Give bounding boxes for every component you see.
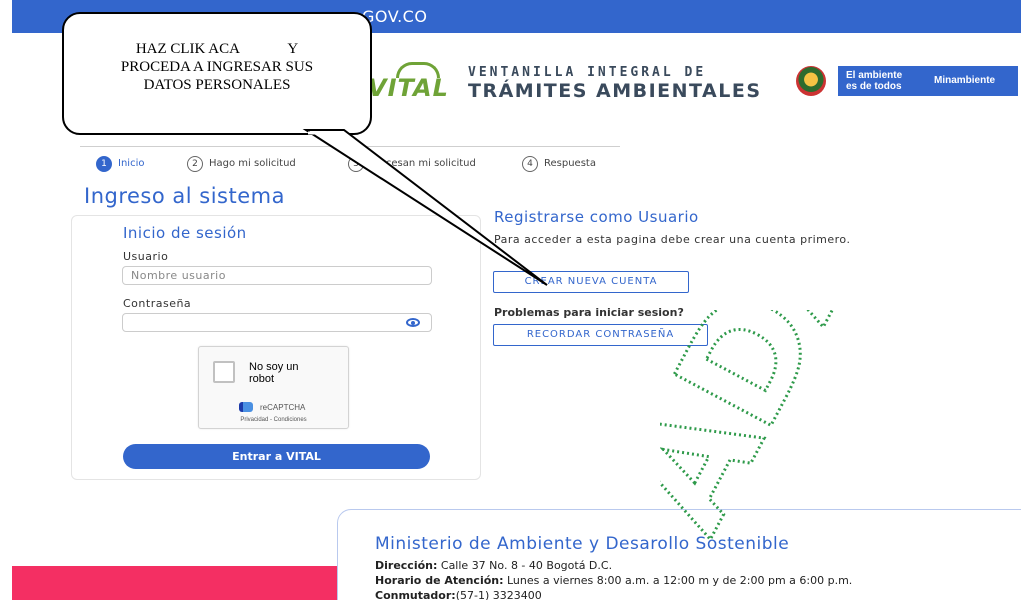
page-title: Ingreso al sistema	[84, 184, 285, 208]
ministry-banner[interactable]: El ambiente es de todos Minambiente	[838, 66, 1018, 96]
instruction-callout: HAZ CLIK ACA Y PROCEDA A INGRESAR SUS DA…	[62, 12, 372, 135]
login-title: Inicio de sesión	[123, 224, 247, 242]
step-4: 4 Respuesta	[522, 156, 596, 172]
footer-hours: Horario de Atención: Lunes a viernes 8:0…	[375, 574, 852, 587]
footer-title: Ministerio de Ambiente y Desarollo Soste…	[375, 534, 790, 554]
footer-address: Dirección: Calle 37 No. 8 - 40 Bogotá D.…	[375, 559, 612, 572]
password-label: Contraseña	[123, 297, 192, 310]
callout-line3: DATOS PERSONALES	[143, 77, 291, 93]
step-number: 3	[348, 156, 364, 172]
recover-password-button[interactable]: RECORDAR CONTRASEÑA	[493, 324, 708, 346]
ambiente-slogan-line1: El ambiente	[846, 70, 903, 81]
recaptcha-brand: reCAPTCHA	[260, 403, 306, 412]
eye-icon[interactable]	[406, 318, 420, 327]
footer-accent-band	[12, 566, 338, 600]
recaptcha-widget: No soy un robot reCAPTCHA Privacidad - C…	[198, 346, 349, 429]
register-text: Para acceder a esta pagina debe crear un…	[494, 233, 851, 246]
login-submit-button[interactable]: Entrar a VITAL	[123, 444, 430, 469]
recaptcha-checkbox[interactable]	[213, 361, 235, 383]
recaptcha-links[interactable]: Privacidad - Condiciones	[199, 417, 348, 423]
recaptcha-text: No soy un robot	[249, 361, 299, 385]
username-input[interactable]	[122, 266, 432, 285]
colombia-shield-icon	[796, 66, 826, 96]
steps-divider	[80, 146, 620, 147]
footer-phone: Conmutador:(57-1) 3323400	[375, 589, 542, 600]
footer-hours-label: Horario de Atención:	[375, 574, 504, 587]
brand-title-line2: TRÁMITES AMBIENTALES	[468, 80, 762, 102]
footer-phone-label: Conmutador:	[375, 589, 456, 600]
ambiente-slogan-line2: es de todos	[846, 81, 902, 92]
step-number: 4	[522, 156, 538, 172]
footer-address-label: Dirección:	[375, 559, 438, 572]
callout-line2: PROCEDA A INGRESAR SUS	[120, 59, 314, 75]
create-account-button[interactable]: CREAR NUEVA CUENTA	[493, 271, 689, 293]
callout-line1: HAZ CLIK ACA Y	[135, 41, 299, 57]
forgot-password-title: Problemas para iniciar sesion?	[494, 306, 684, 319]
footer-address-value: Calle 37 No. 8 - 40 Bogotá D.C.	[440, 559, 613, 572]
step-label: Hago mi solicitud	[209, 158, 296, 169]
footer-phone-value: (57-1) 3323400	[455, 589, 542, 600]
recaptcha-logo-icon	[239, 402, 253, 412]
step-number: 1	[96, 156, 112, 172]
brand-title-line1: VENTANILLA INTEGRAL DE	[468, 65, 707, 80]
step-3: 3 Procesan mi solicitud	[348, 156, 476, 172]
step-2: 2 Hago mi solicitud	[187, 156, 296, 172]
gov-co-link[interactable]: GOV.CO	[362, 7, 427, 26]
ambiente-slogan: El ambiente es de todos	[846, 70, 902, 92]
step-label: Respuesta	[544, 158, 596, 169]
username-label: Usuario	[123, 250, 169, 263]
step-1: 1 Inicio	[96, 156, 144, 172]
step-number: 2	[187, 156, 203, 172]
step-label: Inicio	[118, 158, 145, 169]
vital-logo-word: VITAL	[368, 74, 449, 102]
password-input[interactable]	[122, 313, 432, 332]
ministry-short-name: Minambiente	[934, 75, 996, 86]
step-label: Procesan mi solicitud	[370, 158, 476, 169]
footer-hours-value: Lunes a viernes 8:00 a.m. a 12:00 m y de…	[507, 574, 853, 587]
register-title: Registrarse como Usuario	[494, 208, 699, 226]
